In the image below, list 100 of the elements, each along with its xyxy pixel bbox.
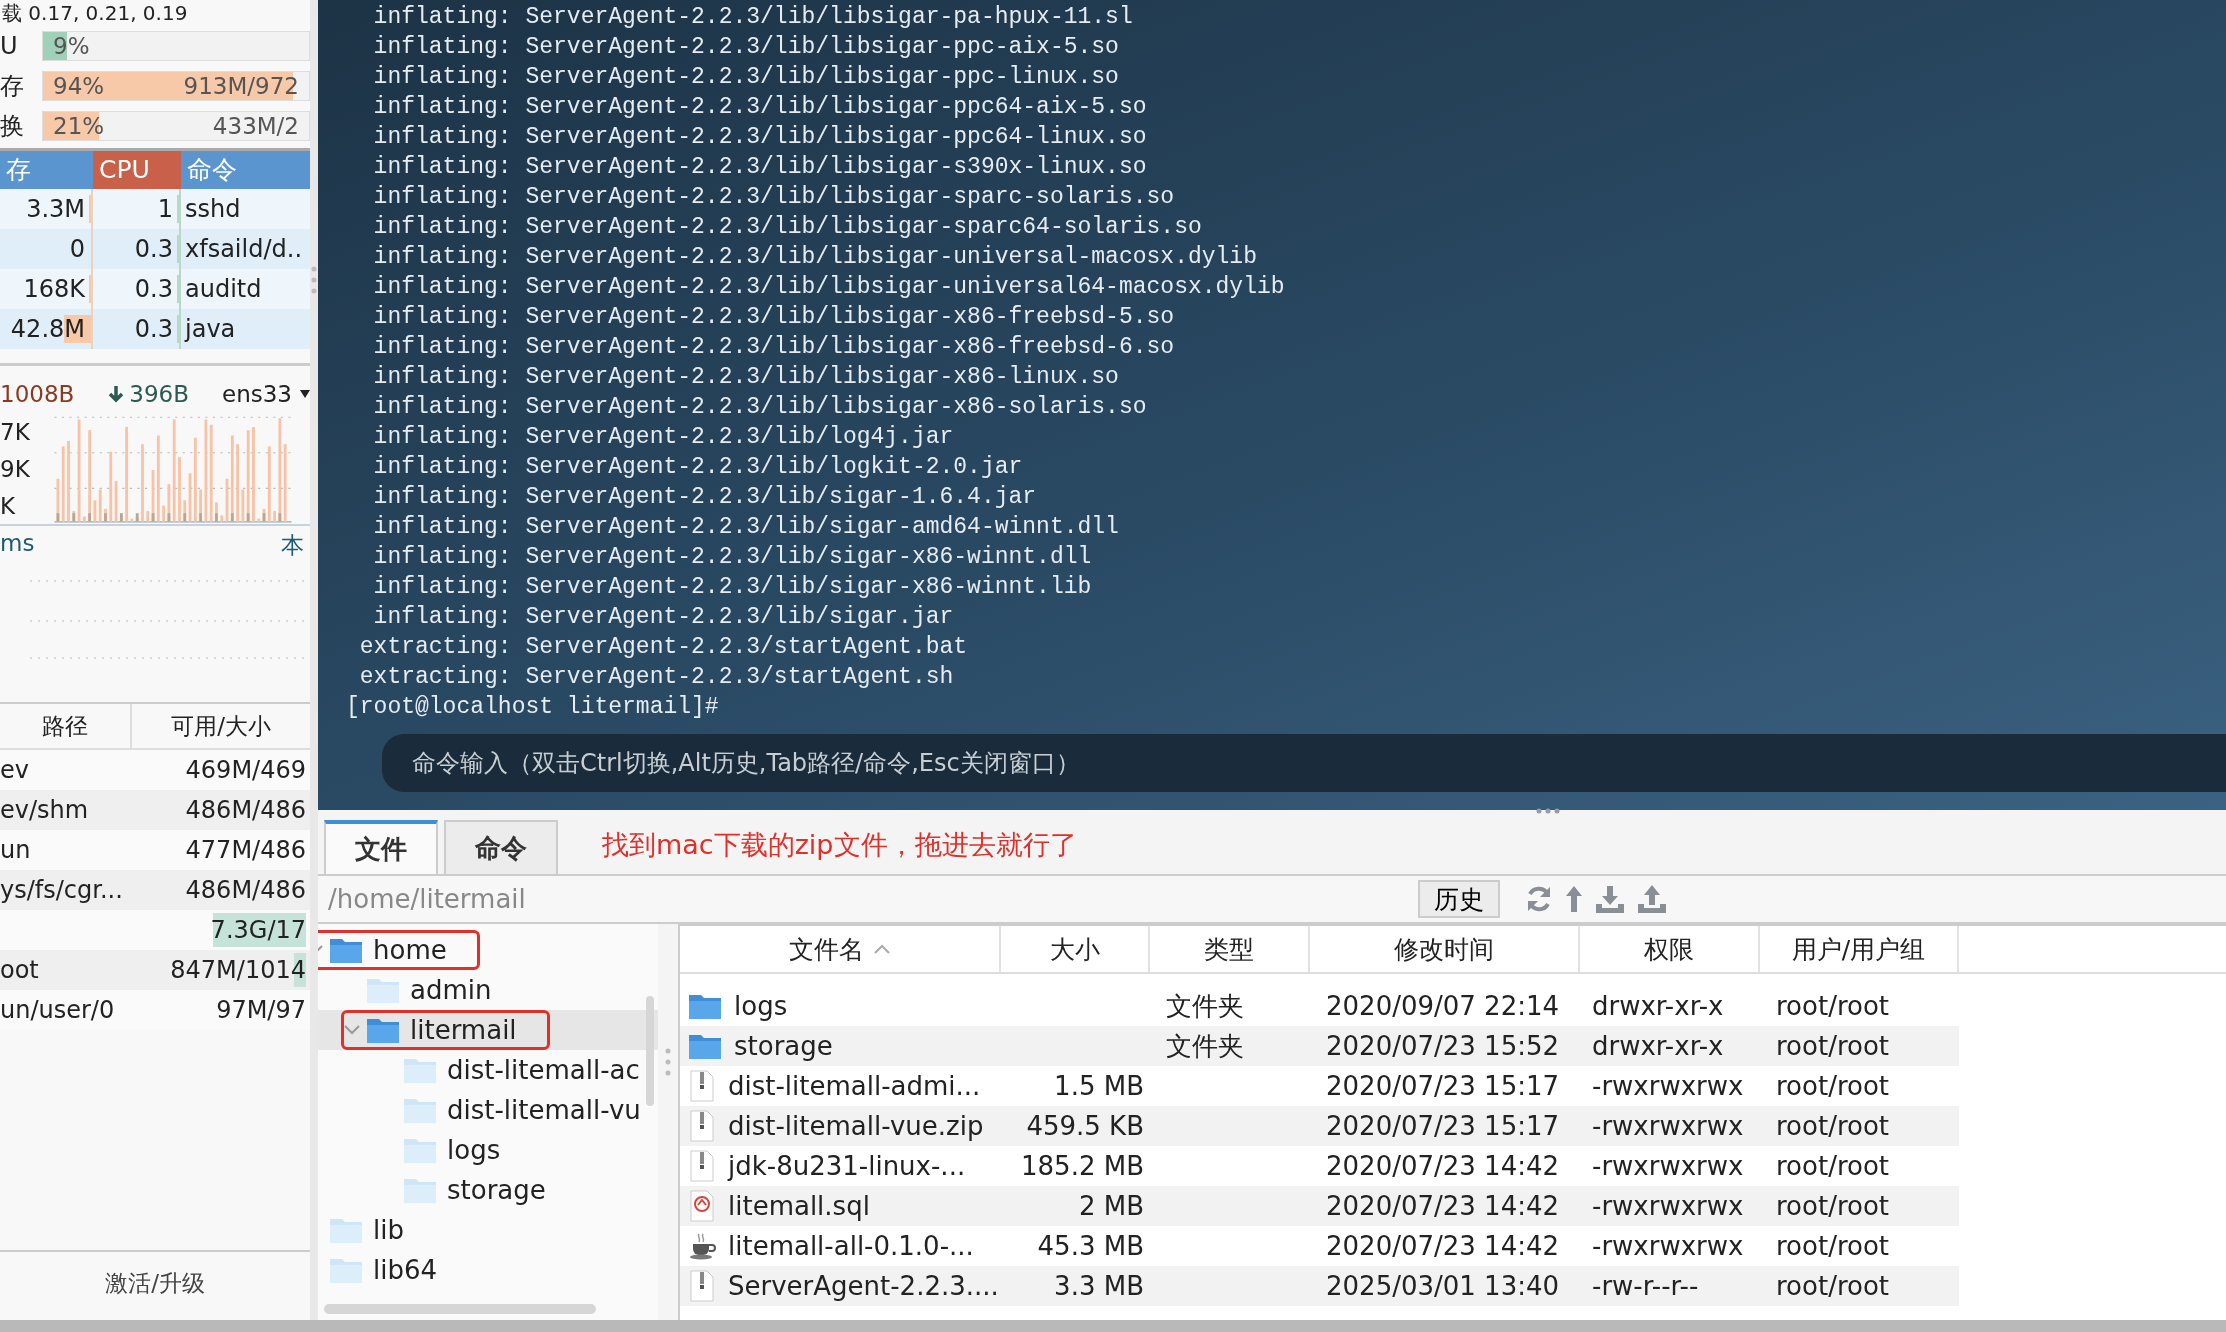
file-row[interactable]: jdk-8u231-linux-... [680,1146,1001,1186]
traffic-bar [273,511,276,522]
ping-unit: ms [0,530,35,558]
up-arrow-icon[interactable] [1564,884,1584,914]
terminal-line: inflating: ServerAgent-2.2.3/lib/libsigar-sparc-solaris.so [372,183,1176,212]
terminal-line: inflating: ServerAgent-2.2.3/lib/libsigar-sparc64-solaris.so [372,213,1203,242]
tree-item[interactable]: dist-litemall-ac [318,1050,658,1090]
column-header[interactable]: 权限 [1580,926,1760,972]
cell-value: 1 [157,195,174,223]
table-cell-text: 2020/09/07 22:14 [1325,990,1561,1023]
file-row[interactable]: dist-litemall-vue.zip [680,1106,1001,1146]
file-row[interactable]: litemall.sql [680,1186,1001,1226]
tab[interactable]: 命令 [444,820,558,874]
column-header[interactable]: 用户/用户组 [1760,926,1959,972]
table-cell-text: ev [0,755,30,786]
terminal-line: inflating: ServerAgent-2.2.3/lib/libsigar-s390x-linux.so [372,153,1148,182]
meter-detail: 433M/2 [211,113,300,139]
ping-label: 本 [281,531,304,560]
table-cell-text: -rwxrwxrwx [1591,1150,1745,1183]
axis-label: 9K [0,456,31,482]
table-cell-text: drwxr-xr-x [1591,1030,1725,1063]
file-row[interactable]: litemall-all-0.1.0-... [680,1226,1001,1266]
tree-item[interactable]: lib64 [318,1250,658,1290]
tree-item[interactable]: admin [318,970,658,1010]
tree-item[interactable]: storage [318,1170,658,1210]
history-button[interactable]: 历史 [1418,880,1500,918]
table-cell-text: sshd [184,194,242,225]
splitter-handle[interactable] [311,265,317,295]
tree-item[interactable]: logs [318,1130,658,1170]
folder-icon [403,1176,437,1204]
file-row[interactable]: dist-litemall-admi... [680,1066,1001,1106]
table-cell-text: 2020/07/23 14:42 [1325,1150,1561,1183]
table-cell-text: 2020/07/23 15:17 [1325,1110,1561,1143]
folder-icon [688,992,722,1020]
splitter-handle[interactable] [665,1047,671,1077]
folder-icon [688,1032,722,1060]
terminal-line: inflating: ServerAgent-2.2.3/lib/sigar-x86-winnt.dll [372,543,1093,572]
meter-percent: 9% [52,33,91,59]
cell-value: 3.3M [26,195,86,223]
tree-item[interactable]: lib [318,1210,658,1250]
terminal-line: [root@localhost litermail]# [346,693,720,722]
table-cell-text: root/root [1775,1230,1890,1263]
column-header[interactable]: 大小 [1001,926,1150,972]
folder-icon [329,936,363,964]
resize-handle[interactable] [1536,808,1560,814]
table-cell-text: 2025/03/01 13:40 [1325,1270,1561,1303]
zip-file-icon [688,1270,716,1302]
horizontal-scrollbar[interactable] [324,1304,596,1314]
zip-file-icon [688,1070,716,1102]
upload-icon[interactable] [1636,884,1668,914]
vertical-scrollbar[interactable] [646,996,654,1106]
table-cell-text: 2020/07/23 15:17 [1325,1070,1561,1103]
terminal-line: extracting: ServerAgent-2.2.3/startAgent.sh [358,663,955,692]
column-header[interactable]: 文件名 [680,926,1001,972]
annotation-text: 找到mac下载的zip文件，拖进去就行了 [602,828,1077,862]
table-cell-text: root/root [1775,990,1890,1023]
table-cell-text: 2020/07/23 14:42 [1325,1230,1561,1263]
download-rate: 396B [129,381,189,407]
column-header[interactable]: 修改时间 [1310,926,1580,972]
meter-label: 换 [0,111,25,142]
cell-value: 0.3 [134,235,174,263]
cell-value: 168K [23,275,86,303]
table-cell-text: ev/shm [0,795,90,826]
folder-icon [329,1256,363,1284]
table-cell-text: 2020/07/23 14:42 [1325,1190,1561,1223]
terminal-line: inflating: ServerAgent-2.2.3/lib/libsigar-universal-macosx.dylib [372,243,1258,272]
table-cell-text: -rwxrwxrwx [1591,1070,1745,1103]
table-cell-text: 1.5 MB [1053,1070,1145,1103]
down-arrow-icon [107,384,126,404]
table-cell-text: -rwxrwxrwx [1591,1110,1745,1143]
tab[interactable]: 文件 [324,820,438,874]
folder-icon [329,1216,363,1244]
table-cell-text: 185.2 MB [1020,1150,1145,1183]
download-icon[interactable] [1594,884,1626,914]
dropdown-caret-icon [300,390,310,398]
terminal-line: inflating: ServerAgent-2.2.3/lib/libsigar-universal64-macosx.dylib [372,273,1286,302]
terminal-line: inflating: ServerAgent-2.2.3/lib/sigar-amd64-winnt.dll [372,513,1120,542]
column-header[interactable]: CPU [93,151,181,189]
terminal-line: inflating: ServerAgent-2.2.3/lib/sigar.jar [372,603,955,632]
meter-label: 存 [0,71,25,102]
table-cell-text: -rw-r--r-- [1591,1270,1700,1303]
table-cell-text: 459.5 KB [1025,1110,1145,1143]
tree-item[interactable]: litermail [318,1010,658,1050]
cell-value: 0 [69,235,86,263]
file-row[interactable]: ServerAgent-2.2.3.... [680,1266,1001,1306]
file-row[interactable]: storage [680,1026,1001,1066]
cell-value: 469M/469 [185,756,306,784]
table-cell-text: root/root [1775,1070,1890,1103]
terminal-line: inflating: ServerAgent-2.2.3/lib/libsigar-ppc64-aix-5.so [372,93,1148,122]
command-input[interactable]: 命令输入（双击Ctrl切换,Alt历史,Tab路径/命令,Esc关闭窗口） [382,734,2226,792]
table-cell-text: root/root [1775,1030,1890,1063]
traffic-bar [199,489,202,522]
column-header[interactable]: 路径 [0,704,130,748]
tree-item[interactable]: dist-litemall-vu [318,1090,658,1130]
table-cell-text: -rwxrwxrwx [1591,1230,1745,1263]
file-row[interactable]: logs [680,986,1001,1026]
table-cell-text: 45.3 MB [1036,1230,1145,1263]
interface-select[interactable]: ens33 [222,381,292,407]
column-header[interactable]: 类型 [1150,926,1310,972]
tree-item[interactable]: home [318,930,658,970]
